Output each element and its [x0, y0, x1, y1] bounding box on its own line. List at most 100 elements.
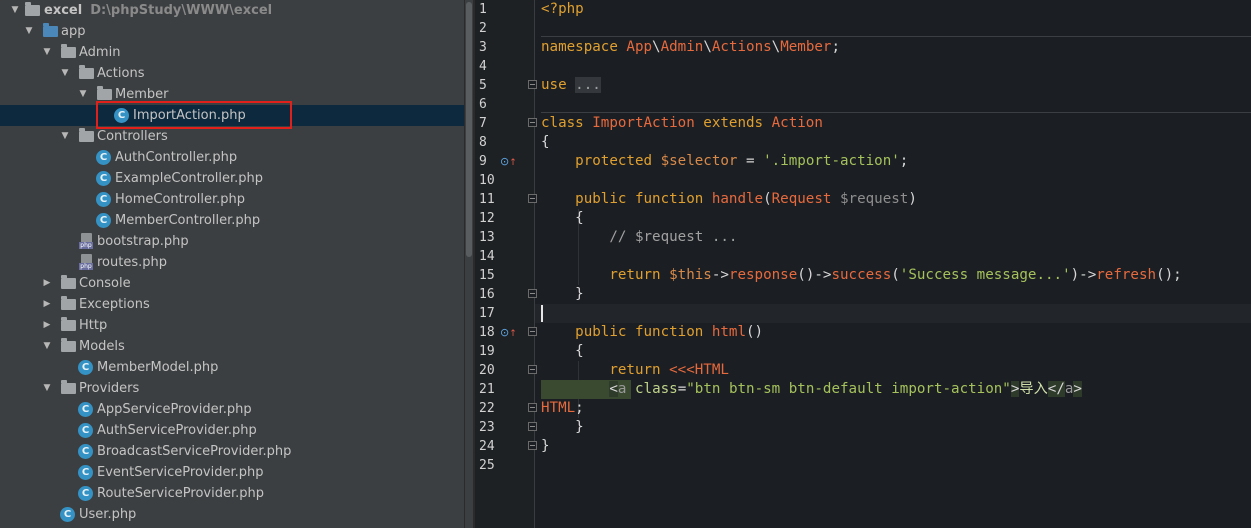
chevron-down-icon[interactable]: ▼ [42, 378, 52, 399]
tree-item-label: Actions [97, 66, 145, 81]
tree-item-label: Admin [79, 45, 121, 60]
php-class-icon: C [96, 213, 111, 228]
tree-item-membercontroller[interactable]: C MemberController.php [0, 210, 464, 231]
chevron-right-icon[interactable]: ▶ [42, 315, 52, 336]
tree-item-label: Controllers [97, 129, 168, 144]
tree-item-controllers[interactable]: ▼ Controllers [0, 126, 464, 147]
tree-item-routes[interactable]: php routes.php [0, 252, 464, 273]
chevron-down-icon[interactable]: ▼ [42, 336, 52, 357]
line-number: 3 [479, 40, 487, 55]
line-number: 16 [479, 287, 495, 302]
tree-item-label: Providers [79, 381, 140, 396]
tree-item-excel[interactable]: ▼ excel D:\phpStudy\WWW\excel [0, 0, 464, 21]
code-line-21: return <<<HTML [541, 362, 729, 378]
tree-item-routeserviceprovider[interactable]: C RouteServiceProvider.php [0, 483, 464, 504]
fold-marker-icon[interactable] [528, 441, 537, 450]
chevron-right-icon[interactable]: ▶ [42, 273, 52, 294]
folder-icon [61, 338, 76, 352]
chevron-down-icon[interactable]: ▼ [78, 84, 88, 105]
code-line-16: return $this->response()->success('Succe… [541, 267, 1182, 283]
line-number: 24 [479, 439, 495, 454]
fold-marker-icon[interactable] [528, 422, 537, 431]
tree-item-label: MemberController.php [115, 213, 261, 228]
tree-item-http[interactable]: ▶ Http [0, 315, 464, 336]
line-number: 1 [479, 2, 487, 17]
tree-item-exceptions[interactable]: ▶ Exceptions [0, 294, 464, 315]
tree-scrollbar-thumb[interactable] [466, 2, 472, 257]
tree-item-admin[interactable]: ▼ Admin [0, 42, 464, 63]
code-line-10: protected $selector = '.import-action'; [541, 153, 909, 169]
php-class-icon: C [78, 360, 93, 375]
override-marker-icon[interactable]: ⊙↑ [500, 152, 517, 171]
code-line-17: } [541, 286, 584, 302]
tree-item-appserviceprovider[interactable]: C AppServiceProvider.php [0, 399, 464, 420]
code-editor[interactable]: 1 2 3 4 5 6 7 8 9 10 11 12 13 14 15 16 1… [475, 0, 1251, 528]
folder-icon [61, 317, 76, 331]
php-class-icon: C [96, 171, 111, 186]
php-file-icon: php [79, 254, 93, 271]
folder-icon [61, 275, 76, 289]
tree-item-bootstrap[interactable]: php bootstrap.php [0, 231, 464, 252]
chevron-down-icon[interactable]: ▼ [60, 63, 70, 84]
php-class-icon: C [78, 444, 93, 459]
tree-item-broadcastserviceprovider[interactable]: C BroadcastServiceProvider.php [0, 441, 464, 462]
tree-item-membermodel[interactable]: C MemberModel.php [0, 357, 464, 378]
line-number: 4 [479, 59, 487, 74]
code-line-8: class ImportAction extends Action [541, 115, 823, 131]
code-line-3: namespace App\Admin\Actions\Member; [541, 39, 840, 55]
tree-item-homecontroller[interactable]: C HomeController.php [0, 189, 464, 210]
chevron-down-icon[interactable]: ▼ [42, 42, 52, 63]
fold-marker-icon[interactable] [528, 194, 537, 203]
override-marker-icon[interactable]: ⊙↑ [500, 323, 517, 342]
tree-scrollbar[interactable] [464, 0, 473, 528]
line-number: 20 [479, 363, 495, 378]
tree-item-label: Http [79, 318, 108, 333]
php-class-icon: C [78, 423, 93, 438]
tree-item-console[interactable]: ▶ Console [0, 273, 464, 294]
code-line-20: { [541, 343, 584, 359]
fold-marker-icon[interactable] [528, 403, 537, 412]
code-line-1: <?php [541, 1, 584, 17]
tree-item-authserviceprovider[interactable]: C AuthServiceProvider.php [0, 420, 464, 441]
folded-code-placeholder[interactable]: ... [575, 77, 601, 93]
folder-icon [97, 86, 112, 100]
chevron-down-icon[interactable]: ▼ [60, 126, 70, 147]
tree-item-label: HomeController.php [115, 192, 246, 207]
tree-item-label: User.php [79, 507, 137, 522]
fold-marker-icon[interactable] [528, 365, 537, 374]
tree-item-app[interactable]: ▼ app [0, 21, 464, 42]
folder-icon [25, 2, 40, 16]
tree-item-label: Models [79, 339, 125, 354]
fold-marker-icon[interactable] [528, 80, 537, 89]
tree-item-label: BroadcastServiceProvider.php [97, 444, 292, 459]
line-number: 12 [479, 211, 495, 226]
php-file-icon: php [79, 233, 93, 250]
chevron-down-icon[interactable]: ▼ [10, 0, 20, 21]
chevron-down-icon[interactable]: ▼ [24, 21, 34, 42]
tree-item-label: app [61, 24, 86, 39]
php-class-icon: C [78, 486, 93, 501]
tree-item-user[interactable]: C User.php [0, 504, 464, 525]
project-tree[interactable]: ▼ excel D:\phpStudy\WWW\excel ▼ app ▼ Adm… [0, 0, 464, 528]
fold-marker-icon[interactable] [528, 327, 537, 336]
line-number: 25 [479, 458, 495, 473]
code-line-5: use ... [541, 77, 601, 93]
fold-marker-icon[interactable] [528, 118, 537, 127]
code-line-19: public function html() [541, 324, 764, 340]
line-number: 13 [479, 230, 495, 245]
fold-marker-icon[interactable] [528, 289, 537, 298]
tree-item-authcontroller[interactable]: C AuthController.php [0, 147, 464, 168]
tree-item-models[interactable]: ▼ Models [0, 336, 464, 357]
tree-item-actions[interactable]: ▼ Actions [0, 63, 464, 84]
code-line-12: public function handle(Request $request) [541, 191, 917, 207]
text-caret [541, 305, 543, 322]
chevron-right-icon[interactable]: ▶ [42, 294, 52, 315]
tree-item-examplecontroller[interactable]: C ExampleController.php [0, 168, 464, 189]
line-number: 17 [479, 306, 495, 321]
folder-icon [61, 296, 76, 310]
code-area[interactable]: <?php namespace App\Admin\Actions\Member… [541, 0, 1251, 528]
project-path: D:\phpStudy\WWW\excel [90, 3, 273, 18]
tree-item-providers[interactable]: ▼ Providers [0, 378, 464, 399]
tree-item-eventserviceprovider[interactable]: C EventServiceProvider.php [0, 462, 464, 483]
code-line-24: } [541, 419, 584, 435]
